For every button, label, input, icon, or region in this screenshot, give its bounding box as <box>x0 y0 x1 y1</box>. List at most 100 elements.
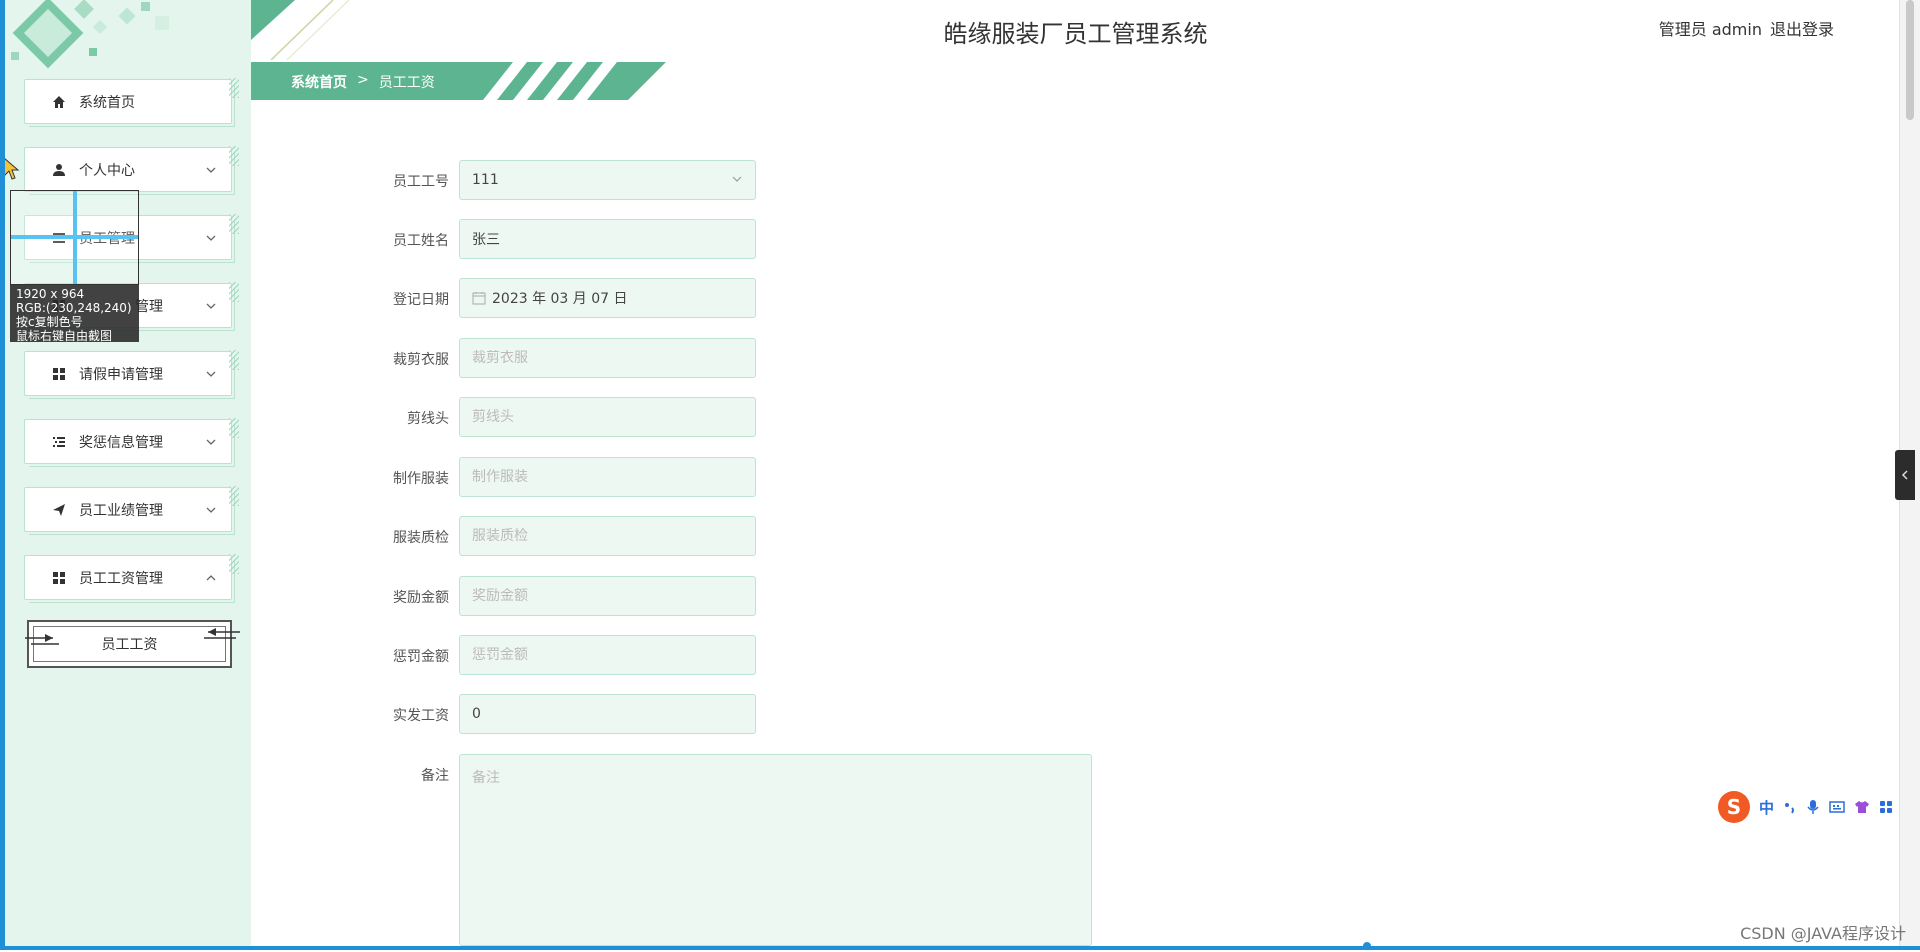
scrollbar-thumb[interactable] <box>1906 0 1914 120</box>
sidebar-item-label: 员工业绩管理 <box>79 502 163 519</box>
capture-hint-copy: 按c复制色号 <box>16 315 83 329</box>
penalty-label: 惩罚金额 <box>393 649 449 665</box>
menu-hatch-decoration <box>229 418 239 438</box>
chevron-down-icon <box>205 436 217 448</box>
chevron-down-icon <box>732 176 742 182</box>
bonus-input[interactable] <box>472 588 732 604</box>
salary-form: 员工工号 111 员工姓名 登记日期 2023 年 03 月 07 日 裁剪衣服 <box>251 0 1900 950</box>
microphone-icon[interactable] <box>1806 799 1820 815</box>
cut-clothes-field-wrap <box>459 338 756 378</box>
menu-hatch-decoration <box>229 78 239 98</box>
screen-capture-overlay: 1920 x 964 RGB:(230,248,240) 按c复制色号 鼠标右键… <box>10 190 139 350</box>
capture-size-text: 1920 x 964 <box>16 287 85 301</box>
sidebar-item-label: 员工工资管理 <box>79 570 163 587</box>
ime-toolbar: S 中 <box>1718 790 1918 824</box>
sidebar-item-performance[interactable]: 员工业绩管理 <box>24 487 232 532</box>
quality-check-field-wrap <box>459 516 756 556</box>
form-row-register-date: 登记日期 2023 年 03 月 07 日 <box>251 278 1451 318</box>
remark-textarea[interactable] <box>459 754 1092 946</box>
ime-mode-toggle[interactable]: 中 <box>1759 797 1774 818</box>
grid-icon <box>51 366 67 382</box>
toolbox-grid-icon[interactable] <box>1879 800 1893 814</box>
register-date-value: 2023 年 03 月 07 日 <box>492 291 628 307</box>
form-row-net-salary: 实发工资 <box>251 694 1451 734</box>
cut-thread-field-wrap <box>459 397 756 437</box>
capture-hint-right-click: 鼠标右键自由截图 <box>16 329 113 343</box>
sidebar-item-label: 个人中心 <box>79 162 135 179</box>
capture-info-panel: 1920 x 964 RGB:(230,248,240) 按c复制色号 鼠标右键… <box>10 285 139 343</box>
form-row-employee-no: 员工工号 111 <box>251 160 1451 200</box>
arrows-left-icon <box>204 628 240 639</box>
net-salary-label: 实发工资 <box>393 708 449 724</box>
sidebar-item-label: 请假申请管理 <box>79 366 163 383</box>
form-row-employee-name: 员工姓名 <box>251 219 1451 259</box>
chevron-down-icon <box>205 504 217 516</box>
submenu-label: 员工工资 <box>101 637 158 653</box>
window-resize-handle[interactable] <box>1361 940 1373 952</box>
employee-name-label: 员工姓名 <box>393 233 449 249</box>
sidebar-item-label: 奖惩信息管理 <box>79 434 163 451</box>
chevron-down-icon <box>205 300 217 312</box>
sidebar-item-salary-management[interactable]: 员工工资管理 <box>24 555 232 600</box>
punctuation-icon[interactable] <box>1783 800 1797 814</box>
menu-hatch-decoration <box>229 282 239 302</box>
quality-check-label: 服装质检 <box>393 530 449 546</box>
chevron-down-icon <box>205 368 217 380</box>
form-row-bonus: 奖励金额 <box>251 576 1451 616</box>
form-row-penalty: 惩罚金额 <box>251 635 1451 675</box>
make-clothes-field-wrap <box>459 457 756 497</box>
chevron-down-icon <box>205 164 217 176</box>
keyboard-icon[interactable] <box>1829 800 1845 814</box>
penalty-field-wrap <box>459 635 756 675</box>
sidebar-decoration <box>11 0 169 69</box>
panel-collapse-tab[interactable] <box>1895 450 1915 500</box>
form-row-quality-check: 服装质检 <box>251 516 1451 556</box>
menu-hatch-decoration <box>229 554 239 574</box>
chevron-up-icon <box>205 572 217 584</box>
sogou-logo-icon[interactable]: S <box>1718 791 1750 823</box>
cut-thread-label: 剪线头 <box>407 411 449 427</box>
menu-hatch-decoration <box>229 486 239 506</box>
penalty-input[interactable] <box>472 647 732 663</box>
make-clothes-label: 制作服装 <box>393 471 449 487</box>
list-indent-icon <box>51 434 67 450</box>
employee-name-input[interactable] <box>472 231 732 247</box>
mouse-cursor-icon <box>3 156 20 180</box>
employee-no-label: 员工工号 <box>393 174 449 190</box>
csdn-watermark: CSDN @JAVA程序设计 <box>1740 924 1906 943</box>
bonus-label: 奖励金额 <box>393 590 449 606</box>
menu-hatch-decoration <box>229 146 239 166</box>
net-salary-field-wrap <box>459 694 756 734</box>
make-clothes-input[interactable] <box>472 469 732 485</box>
chevron-left-icon <box>1901 470 1908 480</box>
chevron-down-icon <box>205 232 217 244</box>
sidebar-item-label: 系统首页 <box>79 94 135 111</box>
sidebar-item-personal-center[interactable]: 个人中心 <box>24 147 232 192</box>
menu-hatch-decoration <box>229 214 239 234</box>
cut-clothes-input[interactable] <box>472 350 732 366</box>
sidebar: 系统首页 个人中心 员工管理 管理 <box>5 0 251 946</box>
cut-clothes-label: 裁剪衣服 <box>393 352 449 368</box>
form-row-cut-clothes: 裁剪衣服 <box>251 338 1451 378</box>
register-date-picker[interactable]: 2023 年 03 月 07 日 <box>459 278 756 318</box>
sidebar-item-reward-punish[interactable]: 奖惩信息管理 <box>24 419 232 464</box>
cut-thread-input[interactable] <box>472 409 732 425</box>
bonus-field-wrap <box>459 576 756 616</box>
grid-icon <box>51 570 67 586</box>
capture-rgb-text: RGB:(230,248,240) <box>16 301 132 315</box>
calendar-icon <box>472 292 486 305</box>
form-row-cut-thread: 剪线头 <box>251 397 1451 437</box>
remark-label: 备注 <box>421 768 449 784</box>
submenu-item-employee-salary[interactable]: 员工工资 <box>25 620 240 668</box>
menu-hatch-decoration <box>229 350 239 370</box>
employee-no-value: 111 <box>472 172 499 188</box>
quality-check-input[interactable] <box>472 528 732 544</box>
sidebar-item-home[interactable]: 系统首页 <box>24 79 232 124</box>
home-icon <box>51 94 67 110</box>
send-icon <box>51 502 67 518</box>
sidebar-item-leave-request[interactable]: 请假申请管理 <box>24 351 232 396</box>
crosshair-vertical <box>73 191 77 284</box>
skin-shirt-icon[interactable] <box>1854 800 1870 814</box>
employee-no-select[interactable]: 111 <box>459 160 756 200</box>
net-salary-input[interactable] <box>472 706 732 722</box>
